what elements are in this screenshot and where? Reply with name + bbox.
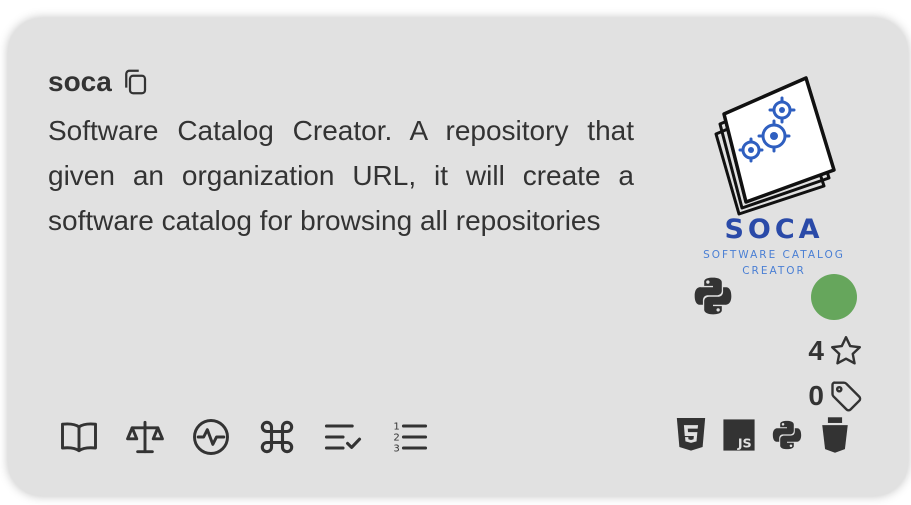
command-icon: [260, 420, 294, 454]
tech-javascript: JS: [722, 416, 756, 454]
numbered-list-icon: 1 2 3: [393, 422, 428, 455]
python-icon: [772, 420, 802, 450]
status-indicator: [811, 274, 857, 320]
command-button[interactable]: [254, 414, 300, 460]
title-row: soca: [48, 66, 150, 98]
html5-icon: [676, 418, 706, 451]
action-icons: 1 2 3: [56, 414, 432, 460]
tech-python: [770, 416, 804, 454]
license-button[interactable]: [122, 414, 168, 460]
activity-button[interactable]: [188, 414, 234, 460]
logo-subtitle-2: CREATOR: [742, 265, 806, 277]
tech-html5: [674, 416, 708, 454]
logo-subtitle-1: SOFTWARE CATALOG: [703, 249, 845, 261]
python-icon: [694, 277, 732, 315]
tag-icon: [831, 381, 862, 412]
svg-text:2: 2: [393, 433, 399, 444]
checklist-button[interactable]: [320, 414, 366, 460]
logo-title: SOCA: [724, 214, 823, 245]
readme-button[interactable]: [56, 414, 102, 460]
pulse-icon: [193, 419, 229, 455]
checklist-icon: [324, 424, 362, 450]
svg-text:JS: JS: [737, 437, 752, 452]
book-icon: [61, 422, 97, 453]
tags-count: 0: [808, 380, 824, 411]
svg-text:3: 3: [393, 444, 399, 455]
star-icon: [831, 336, 861, 365]
scale-icon: [126, 420, 164, 454]
stars-count: 4: [808, 335, 824, 366]
stars-stat[interactable]: 4: [808, 333, 864, 369]
repo-card: soca Software Catalog Creator. A reposit…: [8, 18, 908, 496]
repo-description: Software Catalog Creator. A repository t…: [48, 115, 634, 236]
tags-stat[interactable]: 0: [808, 378, 864, 414]
svg-text:1: 1: [393, 422, 399, 433]
tech-css: [818, 416, 852, 454]
javascript-icon: JS: [723, 419, 755, 452]
repo-name[interactable]: soca: [48, 66, 112, 98]
numbered-list-button[interactable]: 1 2 3: [386, 414, 432, 460]
copy-icon[interactable]: [120, 67, 150, 97]
css-icon: [822, 417, 848, 453]
technology-icons: JS: [674, 416, 852, 454]
soca-logo: SOCA SOFTWARE CATALOG CREATOR: [703, 76, 845, 277]
